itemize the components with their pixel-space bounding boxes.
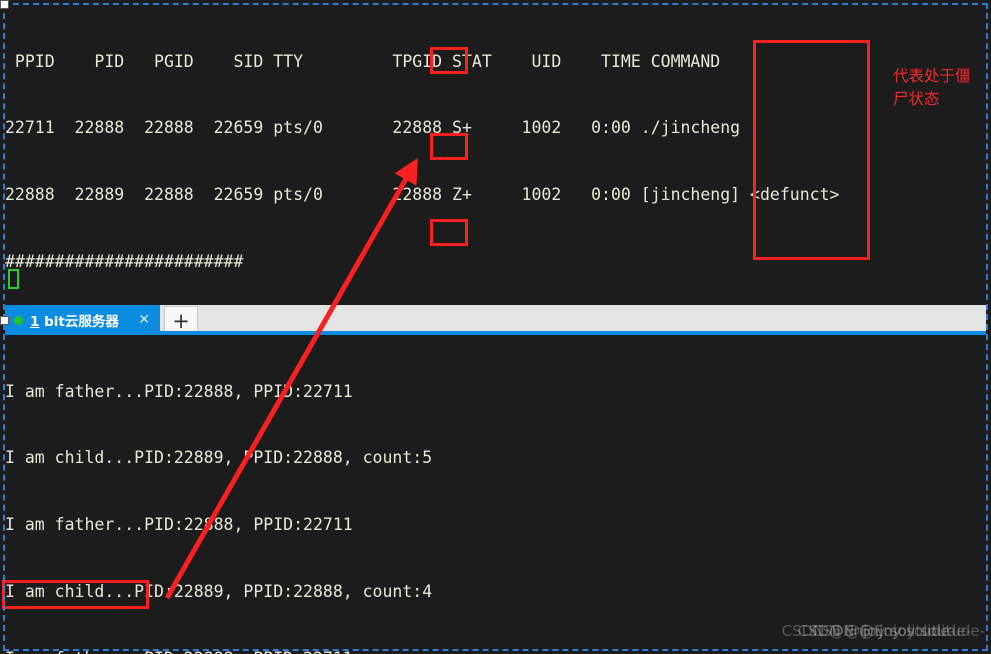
tab-bar-underline (5, 331, 986, 335)
terminal-output-top[interactable]: PPID PID PGID SID TTY TPGID STAT UID TIM… (5, 6, 985, 654)
tab-label: 1 bit云服务器 (30, 310, 119, 330)
terminal-line: I am child...PID:22889, PPID:22888, coun… (5, 582, 433, 602)
terminal-line: I am father...PID:22888, PPID:22711 (5, 381, 353, 401)
terminal-line: ######################## (5, 252, 244, 272)
terminal-line: I am father...PID:22888, PPID:22711 (5, 515, 353, 535)
tab-bar: 1 bit云服务器 ✕ + (5, 305, 986, 335)
terminal-line: 22888 22889 22888 22659 pts/0 22888 Z+ 1… (5, 185, 840, 205)
close-icon[interactable]: ✕ (138, 313, 150, 327)
terminal-line: I am child...PID:22889, PPID:22888, coun… (5, 448, 433, 468)
terminal-output-bottom[interactable]: I am father...PID:22888, PPID:22711 I am… (5, 336, 985, 654)
tab-title: bit云服务器 (39, 314, 119, 330)
terminal-line: 22711 22888 22888 22659 pts/0 22888 S+ 1… (5, 118, 741, 138)
connection-status-dot-icon (14, 315, 23, 325)
screenshot-root: PPID PID PGID SID TTY TPGID STAT UID TIM… (0, 0, 991, 654)
selection-handle-top-left[interactable] (0, 0, 9, 9)
terminal-line: I am father...PID:22888, PPID:22711 (5, 648, 985, 654)
tab-index: 1 (30, 314, 40, 330)
terminal-line: PPID PID PGID SID TTY TPGID STAT UID TIM… (5, 51, 721, 71)
selection-handle-middle-left[interactable] (0, 316, 9, 325)
terminal-cursor (8, 269, 19, 289)
